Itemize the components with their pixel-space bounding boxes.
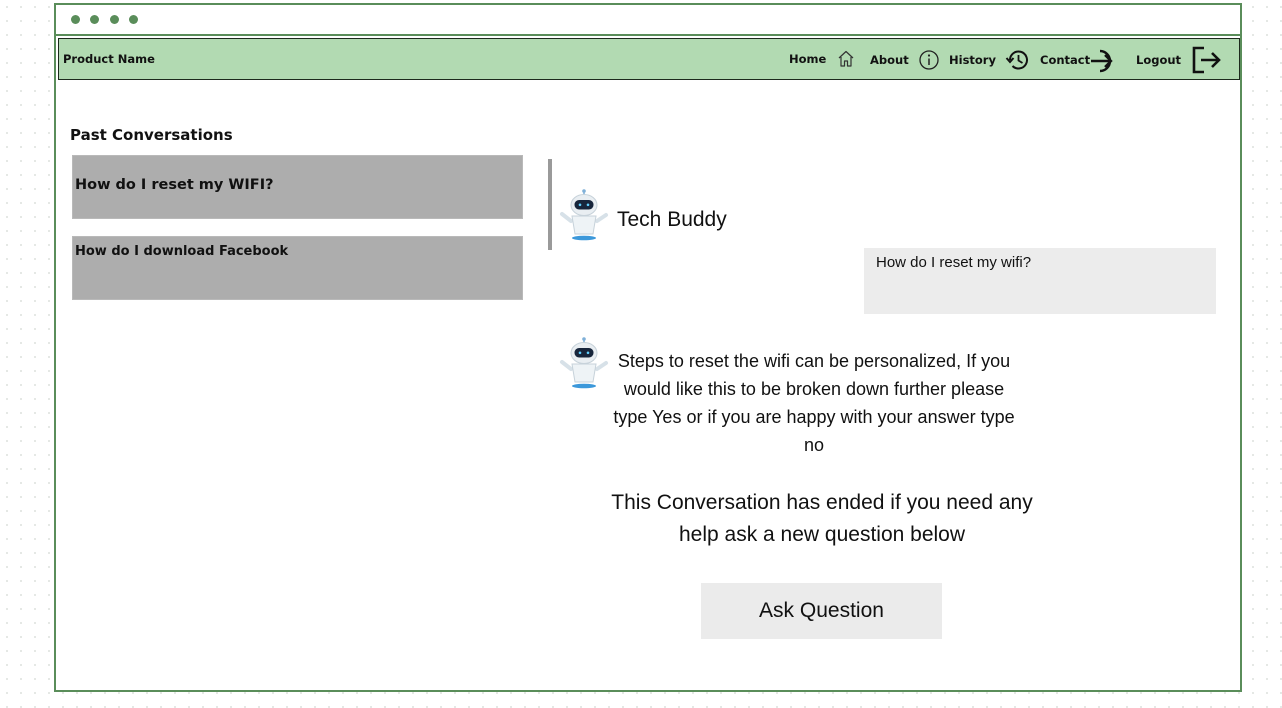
chat-divider (548, 159, 552, 250)
robot-icon (560, 337, 608, 389)
ask-question-button[interactable]: Ask Question (701, 583, 942, 639)
window-dot (90, 15, 99, 24)
bot-reply-text: Steps to reset the wifi can be personali… (613, 351, 1015, 455)
conversation-label: How do I download Facebook (75, 244, 289, 259)
top-navbar: Product Name Home About History Contact … (58, 38, 1240, 80)
window-titlebar (56, 5, 1240, 36)
nav-history[interactable]: History (949, 53, 996, 67)
nav-contact[interactable]: Contact (1040, 53, 1090, 67)
nav-logout[interactable]: Logout (1136, 53, 1181, 67)
app-window: Product Name Home About History Contact … (54, 3, 1242, 692)
product-name: Product Name (63, 52, 155, 66)
logout-icon[interactable] (1190, 45, 1224, 75)
history-icon[interactable] (1003, 48, 1031, 72)
past-conversations-heading: Past Conversations (70, 126, 233, 144)
conversation-item[interactable]: How do I reset my WIFI? (72, 155, 523, 219)
robot-icon (560, 189, 608, 241)
window-dot (110, 15, 119, 24)
window-dot (71, 15, 80, 24)
conversation-ended-notice: This Conversation has ended if you need … (611, 491, 1033, 546)
user-message-text: How do I reset my wifi? (876, 254, 1032, 271)
info-icon[interactable] (918, 49, 940, 71)
bot-name: Tech Buddy (617, 208, 727, 231)
nav-home[interactable]: Home (789, 52, 826, 66)
login-arrow-icon[interactable] (1089, 46, 1123, 76)
window-dot (129, 15, 138, 24)
conversation-item[interactable]: How do I download Facebook (72, 236, 523, 300)
nav-about[interactable]: About (870, 53, 909, 67)
home-icon[interactable] (836, 49, 856, 69)
conversation-label: How do I reset my WIFI? (75, 177, 274, 193)
user-message-bubble: How do I reset my wifi? (864, 248, 1216, 314)
